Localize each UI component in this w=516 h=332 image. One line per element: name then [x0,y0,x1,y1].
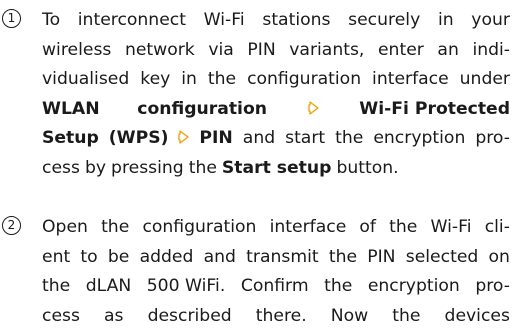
text-line: cess as described there. Now the devices [42,302,510,332]
text-line: the dLAN 500 WiFi. Confirm the encryptio… [42,272,510,302]
text-line: Open the configuration interface of the … [42,213,510,243]
text-line: cess by pressing the Start setup button. [42,154,510,184]
button-name-reference: Start setup [221,157,332,178]
word: securely [348,10,421,30]
word: by [84,157,107,178]
word: an [437,39,459,60]
word: configuration [142,217,257,237]
word: key [140,69,171,90]
word: the [389,217,418,237]
word: the [328,246,358,267]
word: added [139,246,194,267]
text-line: Setup (WPS) PIN and start the encryption… [42,124,510,154]
menu-path-word: Wi-Fi Protected [359,98,510,119]
word: under [459,69,510,90]
word: interface [269,217,347,237]
menu-path-word: configuration [137,98,267,119]
word: interconnect [77,10,186,30]
step-number-2: 2 [2,216,21,235]
word: wireless [42,39,112,60]
word: encryption [373,128,466,149]
word: devices [444,305,510,326]
word: configuration [247,69,362,90]
word: pro- [475,128,510,149]
word: your [471,10,510,30]
word: the [324,276,353,297]
step-1-text: To interconnect Wi-Fi stations securely … [42,6,510,184]
arrow-outline-right-icon [305,95,322,125]
arrow-outline-right-icon [178,124,190,154]
word: PIN [247,39,276,60]
word: the [101,217,130,237]
step-number-1: 1 [2,9,21,28]
word: cli- [484,217,510,237]
word: in [437,10,454,30]
word: there. [255,305,307,326]
text-line: To interconnect Wi-Fi stations securely … [42,6,510,36]
word: on [488,246,510,267]
word: button. [336,157,399,178]
word: pressing [111,157,184,178]
word: the [335,128,364,149]
word: Now [330,305,369,326]
menu-path-word: WLAN [42,98,100,119]
word: the [207,69,237,90]
word: ent [42,246,71,267]
word: encryption [367,276,460,297]
word: the [42,276,71,297]
word: as [104,305,124,326]
menu-path-word: PIN [199,128,233,149]
word: network [124,39,195,60]
word: pro- [475,276,510,297]
word: vidualised [42,69,130,90]
word: the [392,305,421,326]
word: To [42,10,61,30]
word: to [80,246,98,267]
word: and [242,128,276,149]
word: be [107,246,130,267]
word: start [285,128,326,149]
word: stations [262,10,331,30]
word: indi- [472,39,510,60]
word: Open [42,217,88,237]
word: via [208,39,234,60]
product-name: 500 WiFi. [146,276,226,297]
word: of [359,217,376,237]
step-2-text: Open the configuration interface of the … [42,213,510,331]
word: dLAN [85,276,132,297]
menu-path-word: Setup [42,128,99,149]
word: selected [405,246,479,267]
word: the [188,157,217,178]
word: described [147,305,232,326]
text-line: vidualised key in the configuration inte… [42,65,510,95]
word: Wi-Fi [430,217,472,237]
text-line: wireless network via PIN variants, enter… [42,36,510,66]
word: in [181,69,197,90]
word: transmit [246,246,319,267]
text-line: ent to be added and transmit the PIN sel… [42,243,510,273]
word: PIN [367,246,396,267]
word: Confirm [240,276,309,297]
word: Wi-Fi [203,10,245,30]
word: and [203,246,236,267]
manual-page: 1 To interconnect Wi-Fi stations securel… [0,0,516,332]
menu-path-word: (WPS) [108,128,169,149]
word: cess [42,157,80,178]
word: variants, [289,39,365,60]
word: interface [372,69,449,90]
word: enter [377,39,424,60]
text-line: WLAN configuration Wi-Fi Protected [42,95,510,125]
word: cess [42,305,80,326]
